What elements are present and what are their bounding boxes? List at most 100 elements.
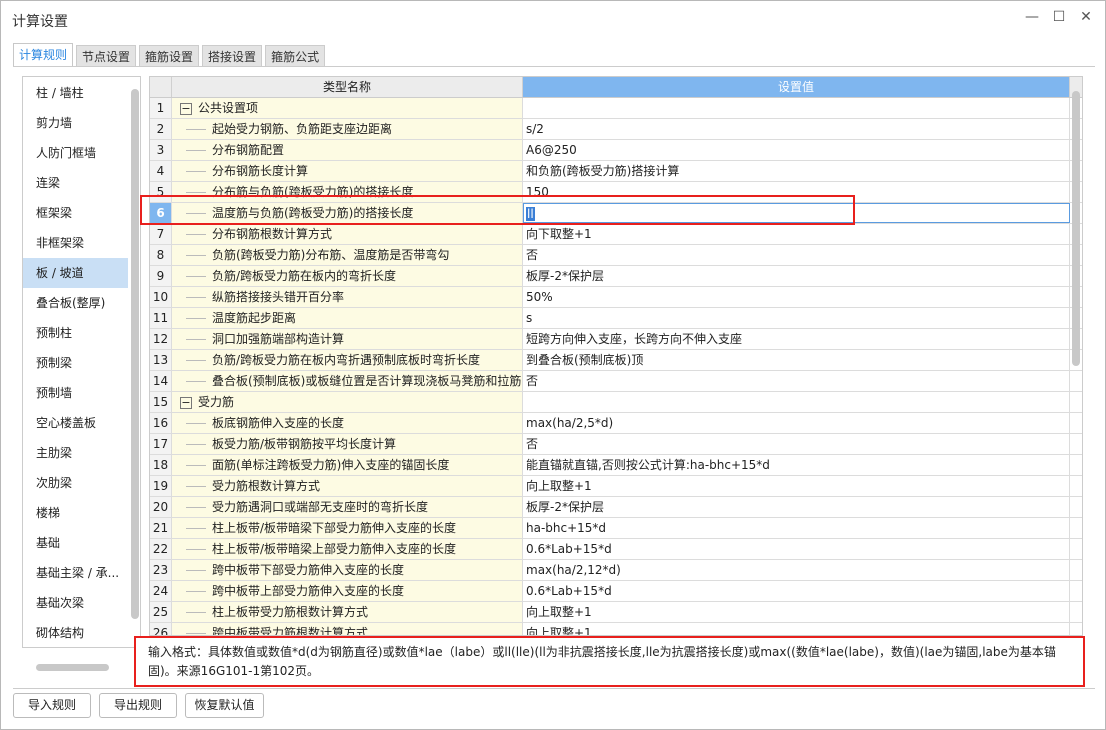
table-row[interactable]: 7 分布钢筋根数计算方式 向下取整+1 [150, 224, 1082, 245]
list-item[interactable]: 板 / 坡道 [23, 258, 128, 288]
table-row[interactable]: 12 洞口加强筋端部构造计算 短跨方向伸入支座，长跨方向不伸入支座 [150, 329, 1082, 350]
table-row[interactable]: 3 分布钢筋配置 A6@250 [150, 140, 1082, 161]
type-name: 柱上板带/板带暗梁上部受力筋伸入支座的长度 [212, 542, 457, 556]
table-row[interactable]: 22 柱上板带/板带暗梁上部受力筋伸入支座的长度 0.6*Lab+15*d [150, 539, 1082, 560]
import-rules-button[interactable]: 导入规则 [13, 693, 91, 718]
list-item[interactable]: 主肋梁 [23, 438, 128, 468]
table-row[interactable]: 19 受力筋根数计算方式 向上取整+1 [150, 476, 1082, 497]
table-row[interactable]: 4 分布钢筋长度计算 和负筋(跨板受力筋)搭接计算 [150, 161, 1082, 182]
maximize-button[interactable]: ☐ [1049, 9, 1069, 25]
setting-value-cell[interactable]: s [523, 308, 1070, 328]
list-item[interactable]: 预制墙 [23, 378, 128, 408]
tree-line-icon [186, 381, 206, 382]
setting-value-cell[interactable]: 否 [523, 245, 1070, 265]
table-row[interactable]: 16 板底钢筋伸入支座的长度 max(ha/2,5*d) [150, 413, 1082, 434]
list-item[interactable]: 基础主梁 / 承... [23, 558, 128, 588]
minimize-button[interactable]: — [1022, 9, 1042, 25]
setting-value-cell[interactable]: 能直锚就直锚,否则按公式计算:ha-bhc+15*d [523, 455, 1070, 475]
header-type-name[interactable]: 类型名称 [172, 77, 523, 97]
setting-value-cell[interactable] [523, 98, 1070, 118]
restore-defaults-button[interactable]: 恢复默认值 [185, 693, 264, 718]
type-name: 跨中板带下部受力筋伸入支座的长度 [212, 563, 405, 577]
table-row[interactable]: 13 负筋/跨板受力筋在板内弯折遇预制底板时弯折长度 到叠合板(预制底板)顶 [150, 350, 1082, 371]
setting-value-cell[interactable]: 否 [523, 371, 1070, 391]
tab-calc-rules[interactable]: 计算规则 [13, 43, 74, 67]
type-name: 跨中板带上部受力筋伸入支座的长度 [212, 584, 405, 598]
list-item[interactable]: 非框架梁 [23, 228, 128, 258]
grid-vertical-scrollbar[interactable] [1072, 91, 1080, 366]
list-item[interactable]: 框架梁 [23, 198, 128, 228]
header-setting-value[interactable]: 设置值 [523, 77, 1070, 97]
table-row[interactable]: 18 面筋(单标注跨板受力筋)伸入支座的锚固长度 能直锚就直锚,否则按公式计算:ha… [150, 455, 1082, 476]
type-name-cell: 柱上板带/板带暗梁上部受力筋伸入支座的长度 [172, 539, 523, 559]
export-rules-button[interactable]: 导出规则 [99, 693, 177, 718]
setting-value-cell[interactable]: 0.6*Lab+15*d [523, 581, 1070, 601]
tab-bar: 计算规则 节点设置 箍筋设置 搭接设置 箍筋公式 [13, 43, 326, 67]
table-row[interactable]: 23 跨中板带下部受力筋伸入支座的长度 max(ha/2,12*d) [150, 560, 1082, 581]
setting-value-cell[interactable]: ha-bhc+15*d [523, 518, 1070, 538]
table-row[interactable]: 1− 公共设置项 [150, 98, 1082, 119]
table-row[interactable]: 9 负筋/跨板受力筋在板内的弯折长度 板厚-2*保护层 [150, 266, 1082, 287]
setting-value-cell[interactable]: 否 [523, 434, 1070, 454]
list-item[interactable]: 预制柱 [23, 318, 128, 348]
table-row[interactable]: 26 跨中板带受力筋根数计算方式 向上取整+1 [150, 623, 1082, 636]
list-item[interactable]: 基础次梁 [23, 588, 128, 618]
table-row[interactable]: 11 温度筋起步距离 s [150, 308, 1082, 329]
setting-value-cell[interactable]: 板厚-2*保护层 [523, 266, 1070, 286]
setting-value-cell[interactable]: 0.6*Lab+15*d [523, 539, 1070, 559]
setting-value-cell[interactable]: max(ha/2,5*d) [523, 413, 1070, 433]
list-item[interactable]: 叠合板(整厚) [23, 288, 128, 318]
list-item[interactable]: 人防门框墙 [23, 138, 128, 168]
table-row[interactable]: 2 起始受力钢筋、负筋距支座边距离 s/2 [150, 119, 1082, 140]
table-row[interactable]: 21 柱上板带/板带暗梁下部受力筋伸入支座的长度 ha-bhc+15*d [150, 518, 1082, 539]
table-row[interactable]: 10 纵筋搭接接头错开百分率 50% [150, 287, 1082, 308]
list-item[interactable]: 剪力墙 [23, 108, 128, 138]
table-row[interactable]: 25 柱上板带受力筋根数计算方式 向上取整+1 [150, 602, 1082, 623]
table-row[interactable]: 20 受力筋遇洞口或端部无支座时的弯折长度 板厚-2*保护层 [150, 497, 1082, 518]
type-name-cell: 分布钢筋配置 [172, 140, 523, 160]
collapse-toggle-icon[interactable]: − [180, 102, 192, 115]
table-row[interactable]: 24 跨中板带上部受力筋伸入支座的长度 0.6*Lab+15*d [150, 581, 1082, 602]
setting-value-cell[interactable]: 向上取整+1 [523, 476, 1070, 496]
list-item[interactable]: 楼梯 [23, 498, 128, 528]
type-name: 柱上板带受力筋根数计算方式 [212, 605, 369, 619]
setting-value-cell[interactable]: 50% [523, 287, 1070, 307]
table-row[interactable]: 14 叠合板(预制底板)或板缝位置是否计算现浇板马凳筋和拉筋否 [150, 371, 1082, 392]
list-item[interactable]: 预制梁 [23, 348, 128, 378]
setting-value-cell[interactable]: 向下取整+1 [523, 224, 1070, 244]
setting-value: 和负筋(跨板受力筋)搭接计算 [526, 164, 680, 178]
setting-value-cell[interactable]: 向上取整+1 [523, 623, 1070, 635]
table-row[interactable]: 8 负筋(跨板受力筋)分布筋、温度筋是否带弯勾 否 [150, 245, 1082, 266]
type-name-cell: 分布钢筋根数计算方式 [172, 224, 523, 244]
setting-value-cell[interactable]: 向上取整+1 [523, 602, 1070, 622]
setting-value-cell[interactable]: 和负筋(跨板受力筋)搭接计算 [523, 161, 1070, 181]
row-number: 20 [150, 497, 172, 517]
tab-stirrup-settings[interactable]: 箍筋设置 [139, 45, 200, 67]
setting-value-cell[interactable]: s/2 [523, 119, 1070, 139]
type-name: 纵筋搭接接头错开百分率 [212, 290, 345, 304]
close-button[interactable]: ✕ [1076, 9, 1096, 25]
list-item[interactable]: 次肋梁 [23, 468, 128, 498]
setting-value-cell[interactable]: 到叠合板(预制底板)顶 [523, 350, 1070, 370]
tab-node-settings[interactable]: 节点设置 [76, 45, 137, 67]
setting-value-cell[interactable]: A6@250 [523, 140, 1070, 160]
list-vertical-scrollbar[interactable] [131, 89, 139, 619]
type-name: 跨中板带受力筋根数计算方式 [212, 626, 369, 636]
list-item[interactable]: 砌体结构 [23, 618, 128, 647]
table-row[interactable]: 17 板受力筋/板带钢筋按平均长度计算 否 [150, 434, 1082, 455]
tab-stirrup-formula[interactable]: 箍筋公式 [265, 45, 326, 67]
setting-value-cell[interactable]: max(ha/2,12*d) [523, 560, 1070, 580]
setting-value-cell[interactable]: 板厚-2*保护层 [523, 497, 1070, 517]
row-number: 13 [150, 350, 172, 370]
collapse-toggle-icon[interactable]: − [180, 396, 192, 409]
list-item[interactable]: 基础 [23, 528, 128, 558]
setting-value-cell[interactable]: 短跨方向伸入支座，长跨方向不伸入支座 [523, 329, 1070, 349]
tab-lap-settings[interactable]: 搭接设置 [202, 45, 263, 67]
list-horizontal-scrollbar[interactable] [36, 664, 109, 671]
list-item[interactable]: 空心楼盖板 [23, 408, 128, 438]
setting-value-cell[interactable] [523, 392, 1070, 412]
table-row[interactable]: 15− 受力筋 [150, 392, 1082, 413]
list-item[interactable]: 柱 / 墙柱 [23, 78, 128, 108]
type-name: 分布钢筋长度计算 [212, 164, 309, 178]
list-item[interactable]: 连梁 [23, 168, 128, 198]
